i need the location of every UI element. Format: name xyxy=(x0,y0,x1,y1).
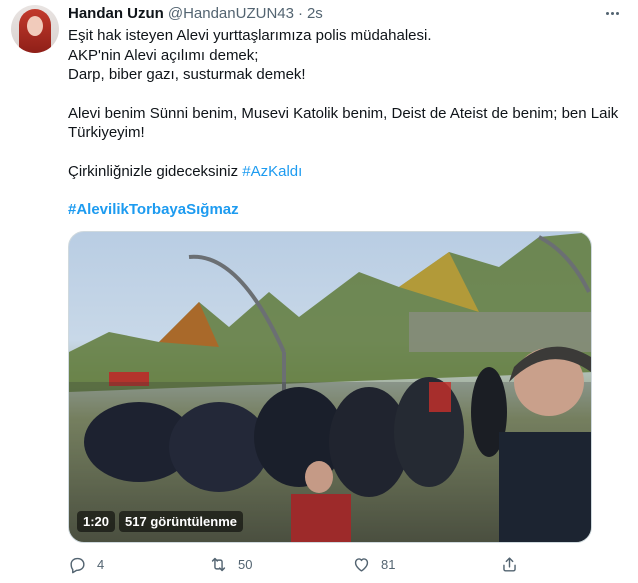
hashtag-link[interactable]: #AlevilikTorbayaSığmaz xyxy=(68,201,239,218)
author-name[interactable]: Handan Uzun xyxy=(68,5,164,22)
tweet-actions: 4 50 81 xyxy=(62,552,532,576)
video-meta: 1:20 517 görüntülenme xyxy=(77,511,243,532)
tweet-line: Türkiyeyim! xyxy=(68,124,145,141)
reply-count: 4 xyxy=(97,556,105,572)
separator-dot: · xyxy=(297,4,303,22)
share-button[interactable] xyxy=(500,552,519,576)
avatar[interactable] xyxy=(11,5,59,53)
video-frame xyxy=(69,232,591,542)
avatar-face xyxy=(27,16,43,36)
reply-button[interactable]: 4 xyxy=(68,552,104,576)
tweet-time[interactable]: 2s xyxy=(307,5,323,22)
video-views: 517 görüntülenme xyxy=(119,511,243,532)
hashtag-link[interactable]: #AzKaldı xyxy=(242,163,302,180)
like-count: 81 xyxy=(381,556,396,572)
tweet-line: AKP'nin Alevi açılımı demek; xyxy=(68,46,259,64)
retweet-icon xyxy=(211,557,226,571)
tweet-line: Eşit hak isteyen Alevi yurttaşlarımıza p… xyxy=(68,27,432,44)
more-dots-icon[interactable] xyxy=(602,6,622,20)
video-duration: 1:20 xyxy=(77,511,116,532)
reply-icon xyxy=(70,557,85,573)
like-button[interactable]: 81 xyxy=(352,552,395,576)
share-icon xyxy=(503,556,516,572)
tweet-line-with-hashtag: Çirkinliğnizle gideceksiniz #AzKaldı xyxy=(68,162,588,182)
video-player[interactable]: 1:20 517 görüntülenme xyxy=(68,231,592,543)
heart-icon xyxy=(354,557,369,572)
tweet-header: Handan Uzun @HandanUZUN43 · 2s xyxy=(68,4,323,22)
tweet-line: Darp, biber gazı, susturmak demek! xyxy=(68,66,306,83)
tweet[interactable]: Handan Uzun @HandanUZUN43 · 2s Eşit hak … xyxy=(0,0,638,583)
tweet-text: Eşit hak isteyen Alevi yurttaşlarımıza p… xyxy=(68,26,619,220)
retweet-button[interactable]: 50 xyxy=(209,552,252,576)
bold-hashtag-line: #AlevilikTorbayaSığmaz xyxy=(68,200,588,220)
tweet-line: Alevi benim Sünni benim, Musevi Katolik … xyxy=(68,104,619,122)
author-handle[interactable]: @HandanUZUN43 xyxy=(168,5,294,22)
tweet-line-text: Çirkinliğnizle gideceksiniz xyxy=(68,162,239,180)
retweet-count: 50 xyxy=(238,556,253,572)
